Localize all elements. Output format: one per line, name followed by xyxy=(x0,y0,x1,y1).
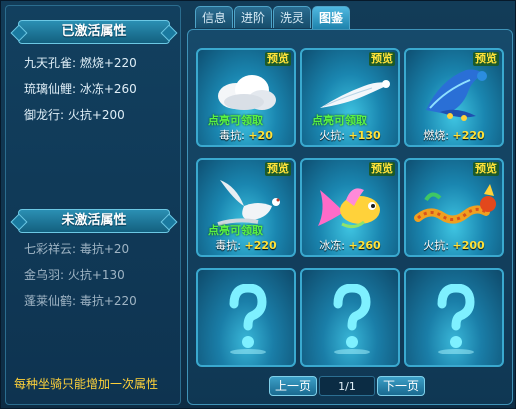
inactive-title: 未激活属性 xyxy=(18,209,170,233)
stat-label: 冰冻: xyxy=(319,239,346,252)
mount-card-cloud[interactable]: 预览 点亮可领取 毒抗: +20 xyxy=(196,48,296,147)
stat-line: 冰冻: +260 xyxy=(302,237,398,253)
inactive-item: 七彩祥云: 毒抗+20 xyxy=(24,242,130,256)
inactive-item: 蓬莱仙鹤: 毒抗+220 xyxy=(24,294,137,308)
inactive-item: 金乌羽: 火抗+130 xyxy=(24,268,125,282)
empty-mount-slot xyxy=(300,268,400,367)
stat-label: 毒抗: xyxy=(215,239,242,252)
attribute-panel: 已激活属性 九天孔雀: 燃烧+220 琉璃仙鲤: 冰冻+260 御龙行: 火抗+… xyxy=(5,5,181,405)
next-page-button[interactable]: 下一页 xyxy=(377,376,425,396)
stat-value: +20 xyxy=(248,129,273,142)
question-mark-icon xyxy=(437,284,475,354)
tab-bar: 信息 进阶 洗灵 图鉴 xyxy=(195,6,351,30)
mount-card-crane[interactable]: 预览 点亮可领取 毒抗: +220 xyxy=(196,158,296,257)
activated-item: 琉璃仙鲤: 冰冻+260 xyxy=(24,82,137,96)
stat-value: +220 xyxy=(452,129,485,142)
stat-value: +130 xyxy=(348,129,381,142)
activated-item: 御龙行: 火抗+200 xyxy=(24,108,125,122)
claim-label: 点亮可领取 xyxy=(208,114,263,127)
inactive-list: 七彩祥云: 毒抗+20 金乌羽: 火抗+130 蓬莱仙鹤: 毒抗+220 xyxy=(24,236,137,314)
claim-label: 点亮可领取 xyxy=(312,114,367,127)
hint-text: 每种坐骑只能增加一次属性 xyxy=(14,377,159,391)
atlas-grid: 预览 点亮可领取 毒抗: +20 预览 点亮可领取 火抗: +130 预览 燃烧… xyxy=(187,29,513,405)
stat-line: 火抗: +130 xyxy=(302,127,398,143)
question-mark-icon xyxy=(229,284,267,354)
preview-button[interactable]: 预览 xyxy=(369,162,395,176)
activated-item: 九天孔雀: 燃烧+220 xyxy=(24,56,137,70)
prev-page-button[interactable]: 上一页 xyxy=(269,376,317,396)
stat-value: +260 xyxy=(348,239,381,252)
preview-button[interactable]: 预览 xyxy=(473,52,499,66)
tab-info[interactable]: 信息 xyxy=(195,6,233,28)
mount-card-peacock[interactable]: 预览 燃烧: +220 xyxy=(404,48,504,147)
activated-list: 九天孔雀: 燃烧+220 琉璃仙鲤: 冰冻+260 御龙行: 火抗+200 xyxy=(24,50,137,128)
tab-advance[interactable]: 进阶 xyxy=(234,6,272,28)
stat-value: +200 xyxy=(452,239,485,252)
stat-line: 毒抗: +220 xyxy=(198,237,294,253)
stat-line: 火抗: +200 xyxy=(406,237,502,253)
stat-label: 燃烧: xyxy=(423,129,450,142)
empty-mount-slot xyxy=(196,268,296,367)
stat-label: 火抗: xyxy=(319,129,346,142)
mount-card-koi[interactable]: 预览 冰冻: +260 xyxy=(300,158,400,257)
mount-atlas-window: 已激活属性 九天孔雀: 燃烧+220 琉璃仙鲤: 冰冻+260 御龙行: 火抗+… xyxy=(0,0,516,409)
empty-mount-slot xyxy=(404,268,504,367)
preview-button[interactable]: 预览 xyxy=(265,52,291,66)
preview-button[interactable]: 预览 xyxy=(265,162,291,176)
stat-line: 燃烧: +220 xyxy=(406,127,502,143)
pagination: 上一页 1/1 下一页 xyxy=(269,375,425,397)
page-indicator: 1/1 xyxy=(319,376,375,396)
claim-label: 点亮可领取 xyxy=(208,224,263,237)
question-mark-icon xyxy=(333,284,371,354)
stat-label: 毒抗: xyxy=(219,129,245,142)
tab-atlas[interactable]: 图鉴 xyxy=(312,6,350,30)
tab-refine[interactable]: 洗灵 xyxy=(273,6,311,28)
activated-title: 已激活属性 xyxy=(18,20,170,44)
mount-card-feather[interactable]: 预览 点亮可领取 火抗: +130 xyxy=(300,48,400,147)
stat-line: 毒抗: +20 xyxy=(198,127,294,143)
stat-label: 火抗: xyxy=(423,239,450,252)
stat-value: +220 xyxy=(244,239,277,252)
mount-card-dragon[interactable]: 预览 火抗: +200 xyxy=(404,158,504,257)
preview-button[interactable]: 预览 xyxy=(473,162,499,176)
preview-button[interactable]: 预览 xyxy=(369,52,395,66)
